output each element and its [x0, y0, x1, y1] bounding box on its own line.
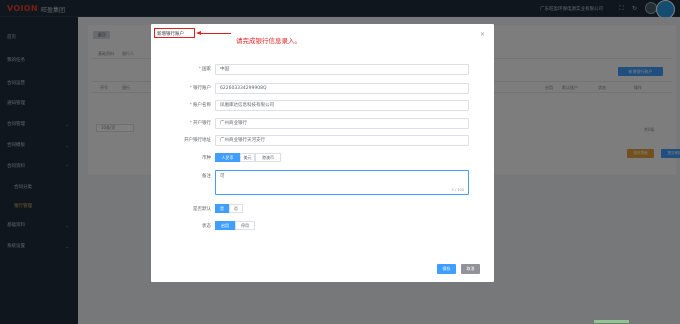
- default-label: 是否默认: [193, 207, 211, 212]
- dialog-title: 新增银行账户: [157, 32, 184, 37]
- scrollbar[interactable]: [594, 320, 629, 323]
- status-label: 状态: [202, 224, 211, 229]
- save-button[interactable]: 保存: [437, 264, 456, 274]
- account-label: *银行账户: [189, 86, 211, 91]
- currency-option-rmb[interactable]: 人民币: [215, 153, 240, 162]
- address-input[interactable]: 广州商业银行天河支行: [215, 135, 469, 146]
- remark-textarea[interactable]: 可 1 / 100: [215, 170, 469, 195]
- currency-option-usd[interactable]: 美元: [240, 153, 255, 162]
- country-input[interactable]: 中国: [215, 64, 469, 75]
- account-name-input[interactable]: 凤凰库达信息科技有限公司: [215, 100, 469, 111]
- account-input[interactable]: 622603334299908Q: [215, 83, 469, 94]
- annotation-text: 请完成银行信息录入。: [236, 37, 301, 45]
- account-name-label: *账户名称: [189, 103, 211, 108]
- country-label: *国家: [198, 67, 211, 72]
- status-option-enabled[interactable]: 启用: [215, 221, 235, 230]
- status-option-disabled[interactable]: 停用: [235, 221, 255, 230]
- remark-label: 备注: [202, 174, 211, 179]
- bank-input[interactable]: 广州商业银行: [215, 118, 469, 129]
- remark-value: 可: [220, 174, 225, 179]
- arrow-line: [198, 33, 231, 34]
- bank-label: *开户银行: [189, 121, 211, 126]
- add-bank-dialog: 新增银行账户 × 请完成银行信息录入。 *国家 中国 *银行账户 6226033…: [151, 24, 494, 282]
- currency-option-hkd[interactable]: 港澳币: [255, 153, 281, 162]
- char-count: 1 / 100: [451, 188, 464, 192]
- currency-label: 币种: [202, 156, 211, 161]
- default-option-no[interactable]: 否: [229, 204, 243, 213]
- default-option-yes[interactable]: 是: [215, 204, 229, 213]
- cancel-button[interactable]: 取消: [461, 264, 480, 274]
- address-label: 开户银行地址: [184, 138, 211, 143]
- close-icon[interactable]: ×: [480, 31, 485, 38]
